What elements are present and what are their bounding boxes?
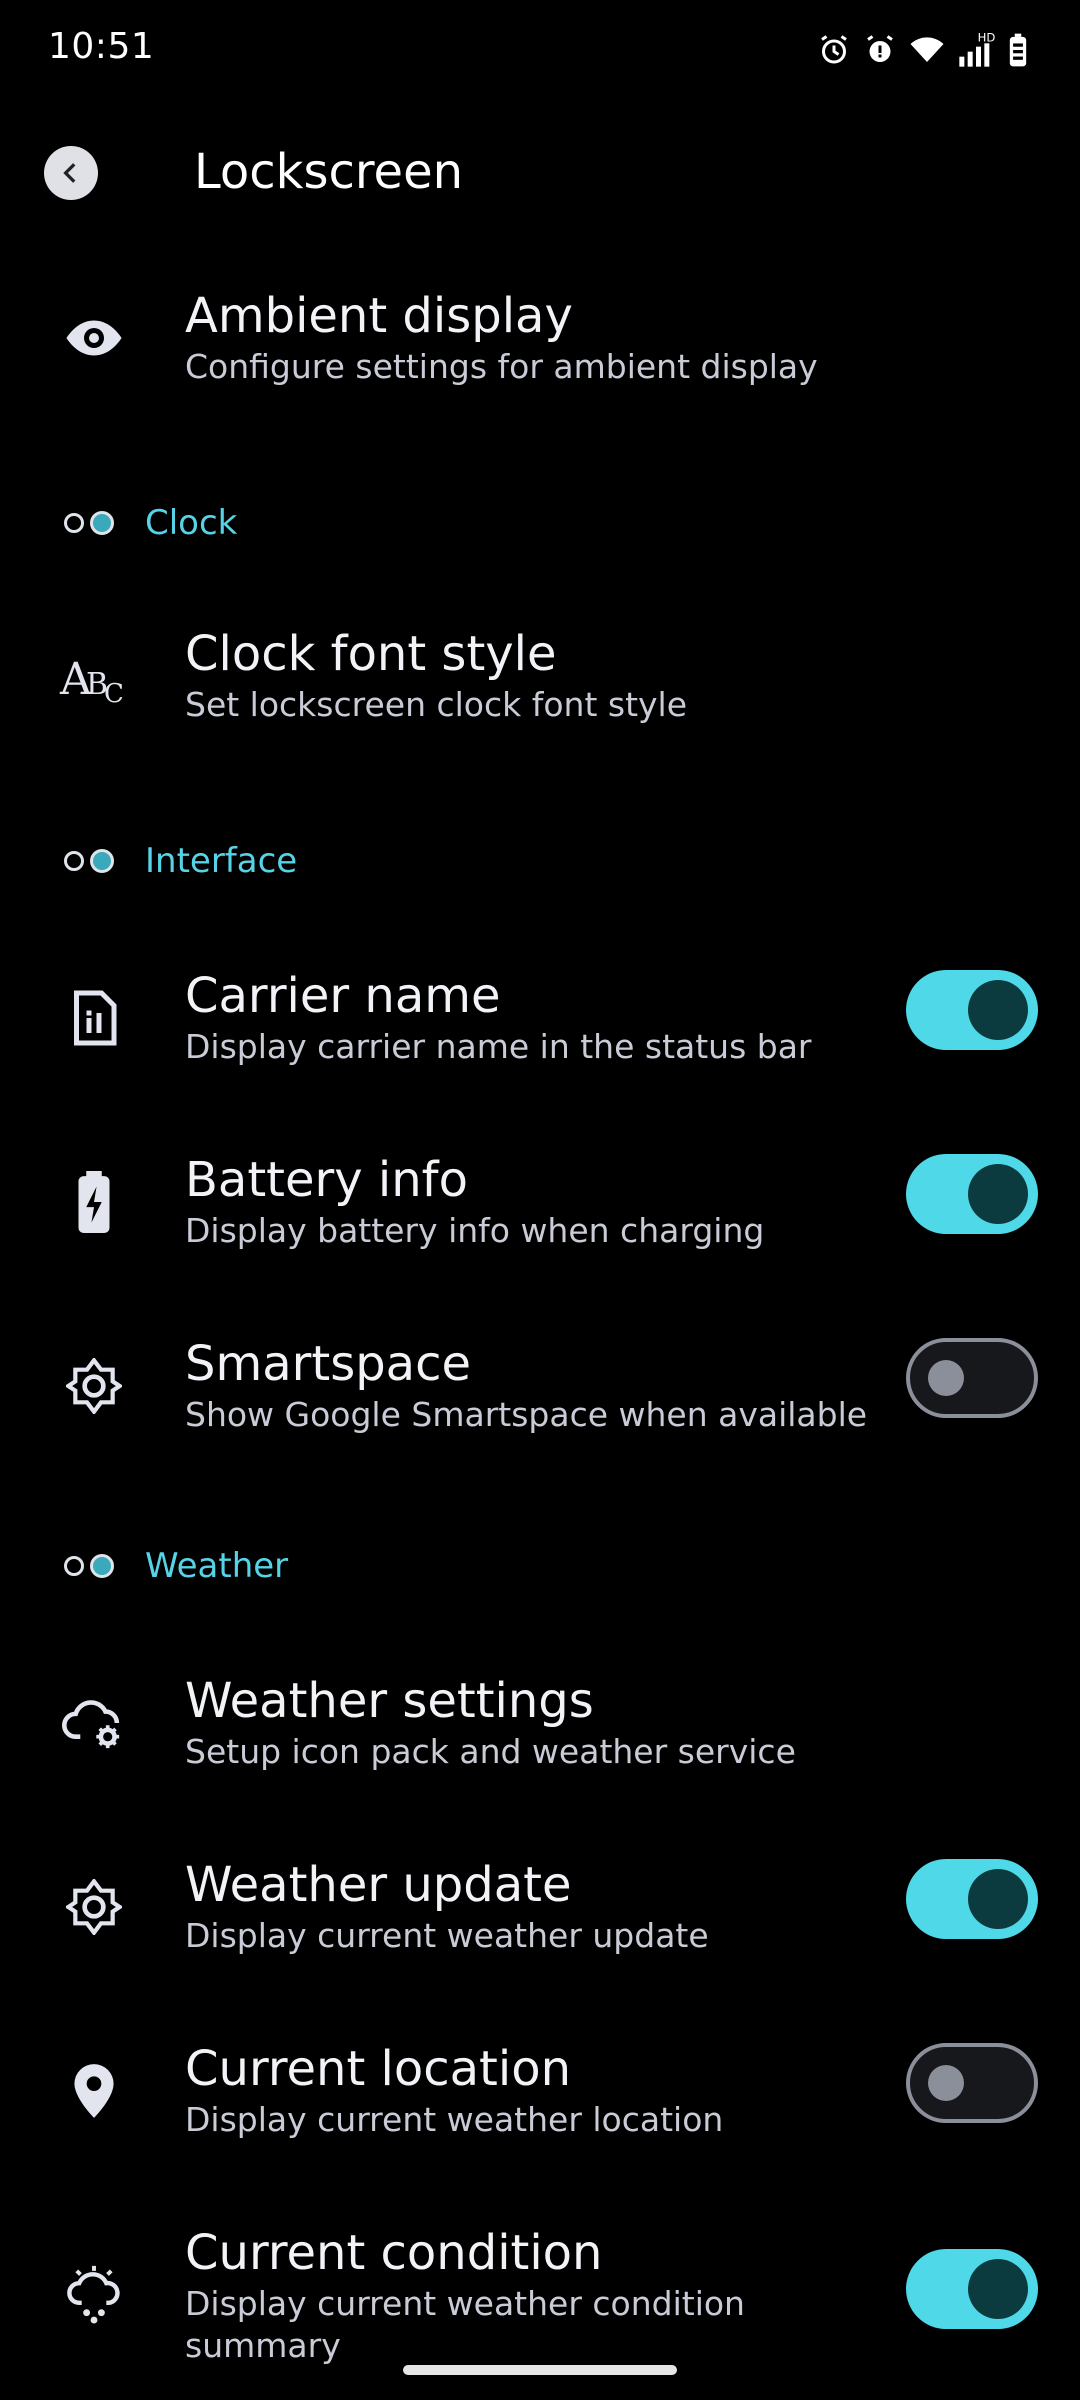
- current-location-toggle[interactable]: [906, 2043, 1038, 2123]
- sim-card-icon: [58, 982, 130, 1054]
- section-dots-icon: [64, 849, 114, 873]
- section-label-clock: Clock: [145, 503, 238, 543]
- cloud-gear-icon: [58, 1687, 130, 1759]
- smartspace-subtitle: Show Google Smartspace when available: [185, 1395, 868, 1434]
- alert-alarm-icon: [862, 32, 898, 68]
- font-style-icon: ABC: [58, 640, 130, 712]
- signal-hd-icon: HD: [956, 30, 996, 70]
- wifi-icon: [908, 32, 946, 68]
- battery-charging-icon: [58, 1166, 130, 1238]
- section-header-clock: Clock: [0, 495, 1080, 555]
- carrier-name-item[interactable]: Carrier name Display carrier name in the…: [0, 960, 1080, 1080]
- weather-update-item[interactable]: Weather update Display current weather u…: [0, 1849, 1080, 1969]
- current-location-item[interactable]: Current location Display current weather…: [0, 2033, 1080, 2153]
- weather-update-subtitle: Display current weather update: [185, 1916, 709, 1955]
- alarm-icon: [816, 32, 852, 68]
- section-header-interface: Interface: [0, 833, 1080, 893]
- back-arrow-icon: [63, 163, 76, 183]
- back-button[interactable]: [44, 146, 98, 200]
- page-title: Lockscreen: [194, 144, 464, 200]
- section-header-weather: Weather: [0, 1538, 1080, 1598]
- current-condition-item[interactable]: Current condition Display current weathe…: [0, 2217, 1080, 2367]
- location-pin-icon: [58, 2055, 130, 2127]
- status-icons: HD: [816, 30, 1030, 70]
- brightness-icon: [58, 1871, 130, 1943]
- weather-update-toggle[interactable]: [906, 1859, 1038, 1939]
- carrier-name-subtitle: Display carrier name in the status bar: [185, 1027, 812, 1066]
- section-label-interface: Interface: [145, 841, 298, 881]
- ambient-display-subtitle: Configure settings for ambient display: [185, 347, 818, 386]
- clock-font-style-item[interactable]: ABC Clock font style Set lockscreen cloc…: [0, 618, 1080, 738]
- smartspace-item[interactable]: Smartspace Show Google Smartspace when a…: [0, 1328, 1080, 1448]
- smartspace-title: Smartspace: [185, 1336, 472, 1392]
- ambient-display-title: Ambient display: [185, 288, 573, 344]
- clock-font-style-subtitle: Set lockscreen clock font style: [185, 685, 688, 724]
- weather-settings-title: Weather settings: [185, 1673, 594, 1729]
- section-dots-icon: [64, 1554, 114, 1578]
- status-time: 10:51: [48, 26, 155, 67]
- battery-info-subtitle: Display battery info when charging: [185, 1211, 765, 1250]
- battery-info-toggle[interactable]: [906, 1154, 1038, 1234]
- weather-update-title: Weather update: [185, 1857, 572, 1913]
- current-condition-title: Current condition: [185, 2225, 603, 2281]
- current-location-title: Current location: [185, 2041, 571, 2097]
- svg-text:HD: HD: [978, 31, 996, 45]
- gesture-nav-handle[interactable]: [403, 2365, 677, 2375]
- current-location-subtitle: Display current weather location: [185, 2100, 724, 2139]
- smartspace-toggle[interactable]: [906, 1338, 1038, 1418]
- lockscreen-settings-screen: 10:51 HD Lockscreen Ambient display Conf…: [0, 0, 1080, 2400]
- carrier-name-toggle[interactable]: [906, 970, 1038, 1050]
- battery-info-item[interactable]: Battery info Display battery info when c…: [0, 1144, 1080, 1264]
- ambient-display-item[interactable]: Ambient display Configure settings for a…: [0, 280, 1080, 400]
- weather-settings-item[interactable]: Weather settings Setup icon pack and wea…: [0, 1665, 1080, 1785]
- current-condition-subtitle: Display current weather condition summar…: [185, 2284, 745, 2365]
- app-header: Lockscreen: [0, 130, 1080, 214]
- brightness-icon: [58, 1350, 130, 1422]
- battery-info-title: Battery info: [185, 1152, 468, 1208]
- current-condition-toggle[interactable]: [906, 2249, 1038, 2329]
- battery-icon: [1006, 32, 1030, 68]
- weather-condition-icon: [58, 2257, 130, 2329]
- carrier-name-title: Carrier name: [185, 968, 501, 1024]
- weather-settings-subtitle: Setup icon pack and weather service: [185, 1732, 796, 1771]
- svg-text:C: C: [104, 679, 124, 706]
- section-label-weather: Weather: [145, 1546, 289, 1586]
- section-dots-icon: [64, 511, 114, 535]
- status-bar: 10:51 HD: [0, 0, 1080, 100]
- eye-icon: [58, 302, 130, 374]
- clock-font-style-title: Clock font style: [185, 626, 557, 682]
